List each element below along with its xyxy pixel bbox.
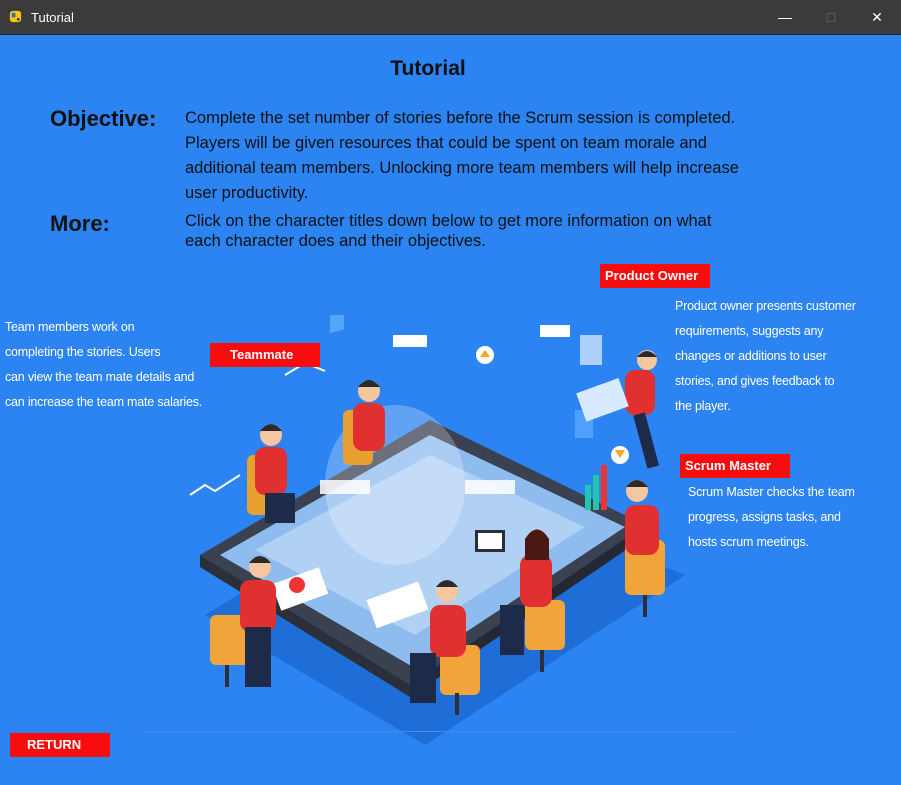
minimize-button[interactable]: — (762, 0, 808, 34)
close-button[interactable]: ✕ (854, 0, 900, 34)
product-owner-line: Product owner presents customer (675, 299, 856, 313)
teammate-line: can view the team mate details and (5, 370, 195, 384)
window-title: Tutorial (31, 10, 74, 25)
teammate-line: Team members work on (5, 320, 135, 334)
scrum-master-line: Scrum Master checks the team (688, 485, 855, 499)
maximize-button[interactable]: □ (808, 0, 854, 34)
objective-line: Complete the set number of stories befor… (185, 109, 736, 127)
more-text: Click on the character titles down below… (185, 211, 711, 251)
page-title: Tutorial (390, 57, 466, 80)
objective-line: Players will be given resources that cou… (185, 134, 707, 152)
teammate-line: completing the stories. Users (5, 345, 161, 359)
objective-label: Objective: (50, 106, 157, 131)
more-line: Click on the character titles down below… (185, 212, 712, 230)
tutorial-window: Tutorial — □ ✕ Tutorial Objective: Compl… (0, 0, 901, 785)
more-line: each character does and their objectives… (185, 232, 486, 250)
team-meeting-illustration (189, 315, 685, 745)
product-owner-line: stories, and gives feedback to (675, 374, 835, 388)
teammate-line: can increase the team mate salaries. (5, 395, 203, 409)
product-owner-description: Product owner presents customer requirem… (675, 294, 856, 419)
tutorial-content: Tutorial Objective: Complete the set num… (0, 35, 901, 785)
return-button[interactable]: RETURN (10, 733, 110, 757)
more-label: More: (50, 211, 110, 236)
product-owner-line: changes or additions to user (675, 349, 827, 363)
scrum-master-button[interactable]: Scrum Master (680, 454, 790, 478)
scrum-master-description: Scrum Master checks the team progress, a… (688, 480, 855, 555)
title-bar: Tutorial — □ ✕ (0, 0, 901, 35)
product-owner-line: requirements, suggests any (675, 324, 824, 338)
scrum-master-line: progress, assigns tasks, and (688, 510, 841, 524)
product-owner-button[interactable]: Product Owner (600, 264, 710, 288)
objective-line: additional team members. Unlocking more … (185, 159, 739, 177)
teammate-button[interactable]: Teammate (210, 343, 320, 367)
scrum-master-line: hosts scrum meetings. (688, 535, 809, 549)
objective-line: user productivity. (185, 184, 309, 202)
python-icon (9, 10, 22, 23)
product-owner-line: the player. (675, 399, 731, 413)
objective-text: Complete the set number of stories befor… (185, 106, 739, 206)
teammate-description: Team members work on completing the stor… (5, 315, 202, 415)
divider (140, 731, 740, 732)
